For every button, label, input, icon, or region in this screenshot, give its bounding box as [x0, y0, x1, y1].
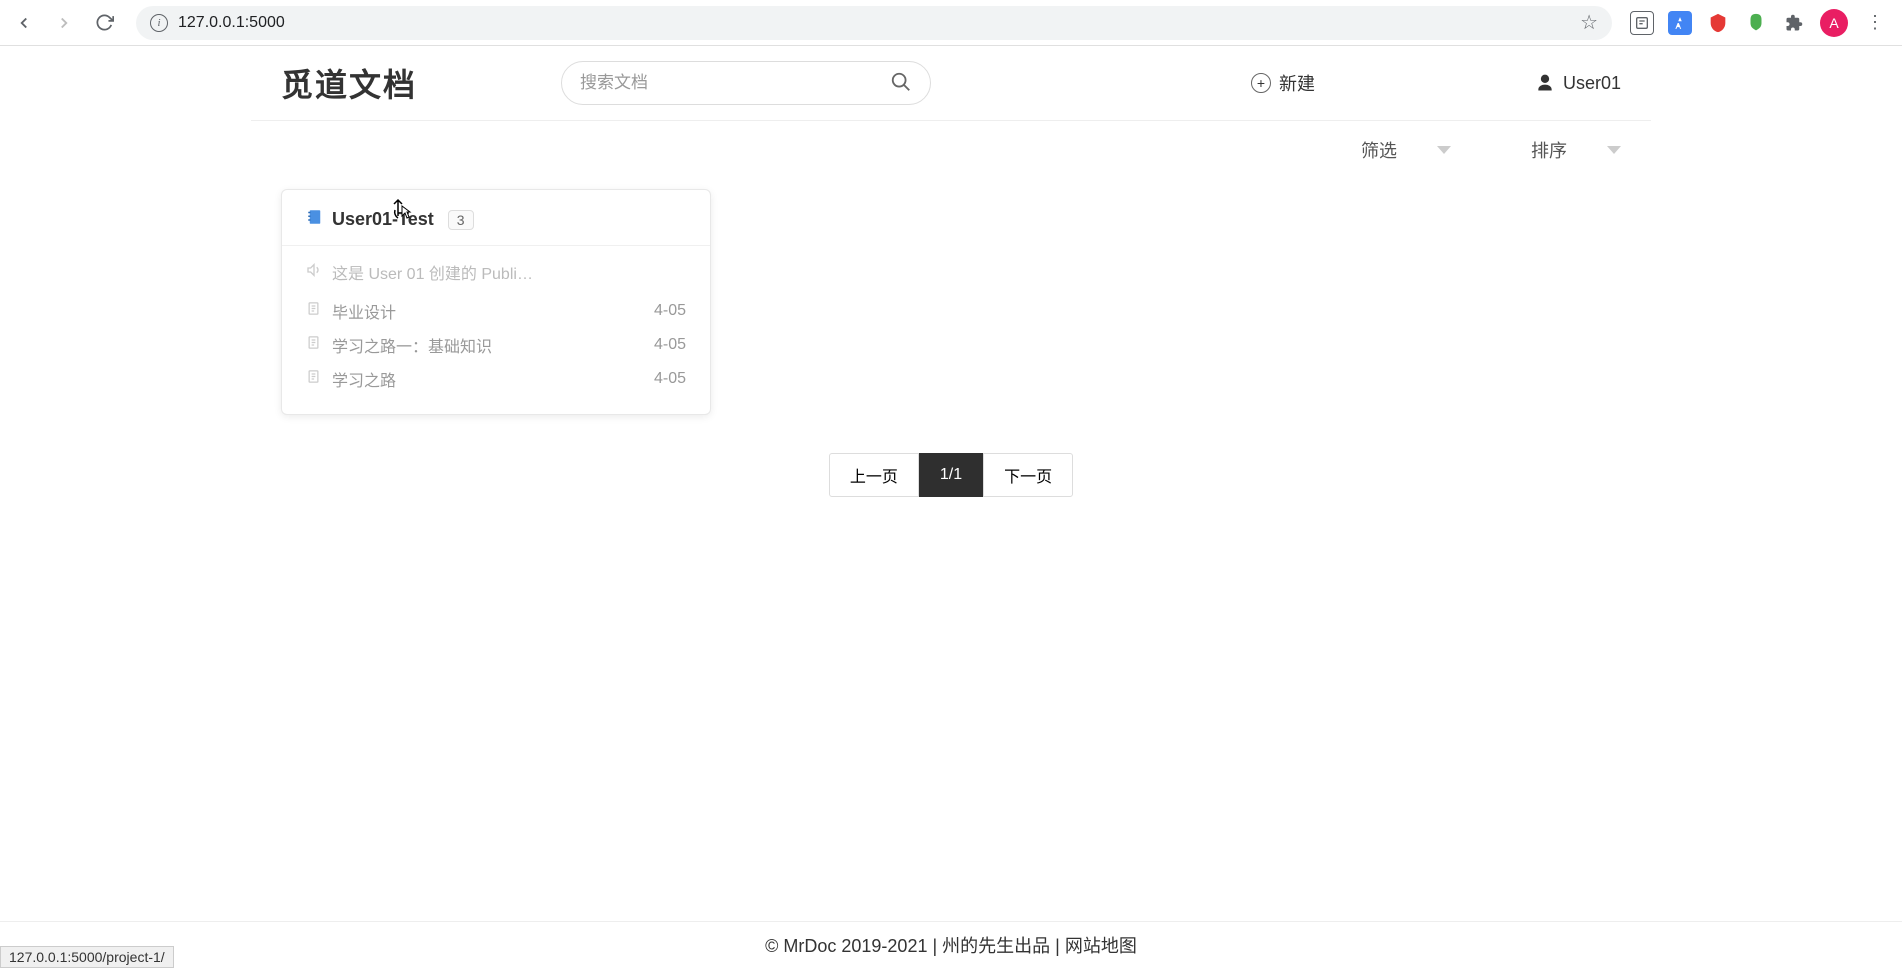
forward-button[interactable] — [50, 9, 78, 37]
chevron-down-icon — [1607, 146, 1621, 154]
bookmark-star-icon[interactable]: ☆ — [1580, 10, 1598, 35]
description-text: 这是 User 01 创建的 Publi… — [332, 260, 533, 284]
document-icon — [306, 335, 322, 355]
filter-bar: 筛选 排序 — [251, 121, 1651, 179]
doc-count-badge: 3 — [448, 210, 474, 230]
page-footer: © MrDoc 2019-2021 | 州的先生出品 | 网站地图 — [0, 921, 1902, 968]
doc-name: 学习之路 — [332, 367, 644, 391]
notebook-icon — [306, 208, 324, 231]
doc-date: 4-05 — [654, 302, 686, 320]
sort-dropdown[interactable]: 排序 — [1531, 137, 1621, 163]
evernote-ext-icon[interactable] — [1744, 11, 1768, 35]
doc-name: 学习之路一：基础知识 — [332, 333, 644, 357]
username-label: User01 — [1563, 73, 1621, 94]
site-logo[interactable]: 觅道文档 — [281, 60, 561, 106]
project-description: 这是 User 01 创建的 Publi… — [306, 260, 686, 284]
sitemap-link[interactable]: 网站地图 — [1065, 936, 1137, 956]
browser-toolbar: i 127.0.0.1:5000 ☆ A ⋮ — [0, 0, 1902, 46]
pagination: 上一页 1/1 下一页 — [281, 453, 1621, 497]
new-button[interactable]: + 新建 — [1251, 70, 1315, 96]
document-icon — [306, 301, 322, 321]
filter-label: 筛选 — [1361, 137, 1397, 163]
ublock-ext-icon[interactable] — [1706, 11, 1730, 35]
search-box — [561, 61, 931, 105]
card-header: User01-Test 3 — [282, 190, 710, 246]
doc-date: 4-05 — [654, 370, 686, 388]
url-text: 127.0.0.1:5000 — [178, 14, 285, 32]
profile-avatar[interactable]: A — [1820, 9, 1848, 37]
copyright-text: © MrDoc 2019-2021 | — [765, 936, 942, 956]
doc-name: 毕业设计 — [332, 299, 644, 323]
doc-date: 4-05 — [654, 336, 686, 354]
doc-row[interactable]: 学习之路 4-05 — [306, 362, 686, 396]
reader-ext-icon[interactable] — [1630, 11, 1654, 35]
page-header: 觅道文档 + 新建 User01 — [251, 46, 1651, 121]
back-button[interactable] — [10, 9, 38, 37]
speaker-icon — [306, 262, 322, 283]
browser-status-bar: 127.0.0.1:5000/project-1/ — [0, 946, 174, 968]
site-info-icon[interactable]: i — [150, 14, 168, 32]
search-input[interactable] — [580, 73, 890, 93]
footer-separator: | — [1055, 936, 1065, 956]
reload-button[interactable] — [90, 9, 118, 37]
user-menu[interactable]: User01 — [1535, 73, 1621, 94]
search-button[interactable] — [890, 71, 912, 96]
next-page-button[interactable]: 下一页 — [983, 453, 1073, 497]
card-body: 这是 User 01 创建的 Publi… 毕业设计 4-05 学习之路一：基础… — [282, 246, 710, 414]
doc-row[interactable]: 学习之路一：基础知识 4-05 — [306, 328, 686, 362]
project-title-link[interactable]: User01-Test — [332, 209, 434, 230]
current-page-indicator: 1/1 — [919, 453, 983, 497]
extension-icons: A ⋮ — [1630, 9, 1892, 37]
new-label: 新建 — [1279, 70, 1315, 96]
chevron-down-icon — [1437, 146, 1451, 154]
doc-row[interactable]: 毕业设计 4-05 — [306, 294, 686, 328]
sort-label: 排序 — [1531, 137, 1567, 163]
content-area: User01-Test 3 这是 User 01 创建的 Publi… 毕业设计… — [251, 179, 1651, 507]
address-bar[interactable]: i 127.0.0.1:5000 ☆ — [136, 6, 1612, 40]
user-icon — [1535, 73, 1555, 93]
project-card: User01-Test 3 这是 User 01 创建的 Publi… 毕业设计… — [281, 189, 711, 415]
plus-icon: + — [1251, 73, 1271, 93]
author-link[interactable]: 州的先生出品 — [942, 936, 1050, 956]
document-icon — [306, 369, 322, 389]
browser-menu-icon[interactable]: ⋮ — [1862, 12, 1888, 33]
extensions-puzzle-icon[interactable] — [1782, 11, 1806, 35]
filter-dropdown[interactable]: 筛选 — [1361, 137, 1451, 163]
prev-page-button[interactable]: 上一页 — [829, 453, 919, 497]
translate-ext-icon[interactable] — [1668, 11, 1692, 35]
